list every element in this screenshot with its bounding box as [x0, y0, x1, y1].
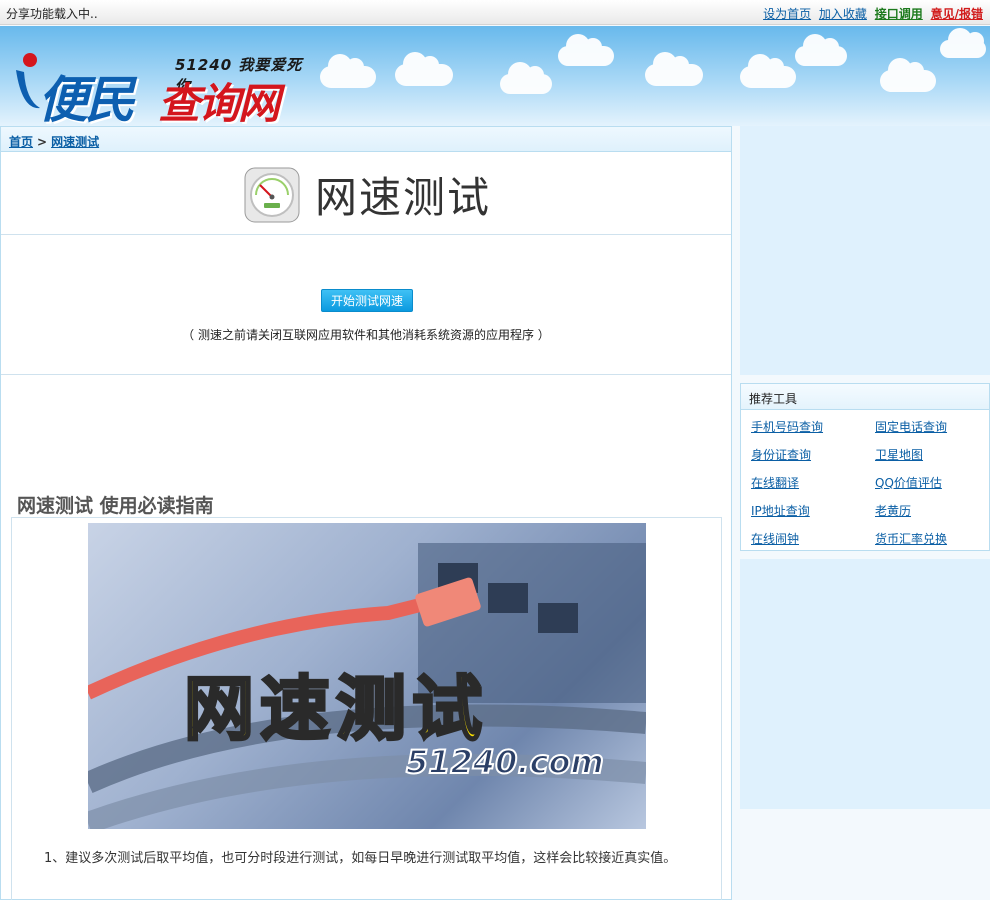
- site-header: 51240 我要爱死你 便民 查询网: [0, 26, 990, 126]
- banner-title: 网速测试: [183, 667, 488, 752]
- title-section: 网速测试: [1, 152, 731, 235]
- tool-link-almanac[interactable]: 老黄历: [875, 502, 911, 519]
- tool-link-id-card[interactable]: 身份证查询: [751, 446, 811, 463]
- test-notice: （ 测速之前请关闭互联网应用软件和其他消耗系统资源的应用程序 ）: [182, 328, 550, 342]
- sidebar-ad-bottom: [740, 559, 990, 809]
- bookmark-link[interactable]: 加入收藏: [819, 7, 867, 21]
- sidebar-ad-top: [740, 126, 990, 375]
- cloud-decoration: [320, 54, 376, 88]
- banner-url: 51240.com: [405, 742, 605, 782]
- site-logo[interactable]: 51240 我要爱死你 便民 查询网: [10, 36, 310, 126]
- page-title: 网速测试: [315, 173, 492, 222]
- start-speed-test-button[interactable]: 开始测试网速: [321, 289, 413, 312]
- tool-link-satellite-map[interactable]: 卫星地图: [875, 446, 923, 463]
- tool-link-landline[interactable]: 固定电话查询: [875, 418, 947, 435]
- tool-link-currency[interactable]: 货币汇率兑换: [875, 530, 947, 547]
- share-status: 分享功能载入中..: [6, 7, 98, 21]
- api-link[interactable]: 接口调用: [875, 7, 923, 21]
- top-links: 设为首页 加入收藏 接口调用 意见/报错: [759, 5, 983, 22]
- logo-name-part1: 便民: [38, 71, 135, 126]
- breadcrumb-home-link[interactable]: 首页: [9, 135, 33, 149]
- tool-link-ip-lookup[interactable]: IP地址查询: [751, 502, 810, 519]
- speedometer-icon: [244, 167, 300, 223]
- breadcrumb: 首页 > 网速测试: [1, 126, 731, 152]
- speed-test-banner-image: 网速测试 51240.com: [88, 523, 646, 829]
- tool-link-qq-value[interactable]: QQ价值评估: [875, 474, 942, 491]
- cloud-decoration: [558, 34, 614, 66]
- cloud-decoration: [940, 28, 986, 58]
- tool-link-translate[interactable]: 在线翻译: [751, 474, 799, 491]
- cloud-decoration: [395, 52, 453, 86]
- logo-name-part2: 查询网: [158, 79, 280, 126]
- top-bar: 分享功能载入中.. 设为首页 加入收藏 接口调用 意见/报错: [0, 0, 990, 25]
- breadcrumb-separator: >: [37, 135, 48, 149]
- report-link[interactable]: 意见/报错: [931, 7, 983, 21]
- tool-link-phone[interactable]: 手机号码查询: [751, 418, 823, 435]
- breadcrumb-current-link[interactable]: 网速测试: [51, 135, 99, 149]
- recommended-tools-panel: 推荐工具 手机号码查询 固定电话查询 身份证查询 卫星地图 在线翻译 QQ价值评…: [740, 383, 990, 551]
- set-home-link[interactable]: 设为首页: [763, 7, 811, 21]
- cloud-decoration: [645, 52, 703, 86]
- cloud-decoration: [795, 34, 847, 66]
- cloud-decoration: [740, 54, 796, 88]
- cloud-decoration: [500, 62, 552, 94]
- cloud-decoration: [880, 58, 936, 92]
- guide-box: 网速测试 51240.com 1、建议多次测试后取平均值，也可分时段进行测试，如…: [11, 517, 722, 900]
- speed-test-section: 开始测试网速 （ 测速之前请关闭互联网应用软件和其他消耗系统资源的应用程序 ）: [1, 235, 731, 375]
- guide-paragraph: 1、建议多次测试后取平均值，也可分时段进行测试，如每日早晚进行测试取平均值，这样…: [44, 851, 677, 866]
- guide-title: 网速测试 使用必读指南: [17, 495, 214, 517]
- main-content: 首页 > 网速测试 网速测试 开始测试网速 （ 测速之前请关闭互联网应用软件和其他消…: [0, 126, 732, 900]
- tools-panel-title: 推荐工具: [741, 384, 989, 410]
- tool-link-alarm[interactable]: 在线闹钟: [751, 530, 799, 547]
